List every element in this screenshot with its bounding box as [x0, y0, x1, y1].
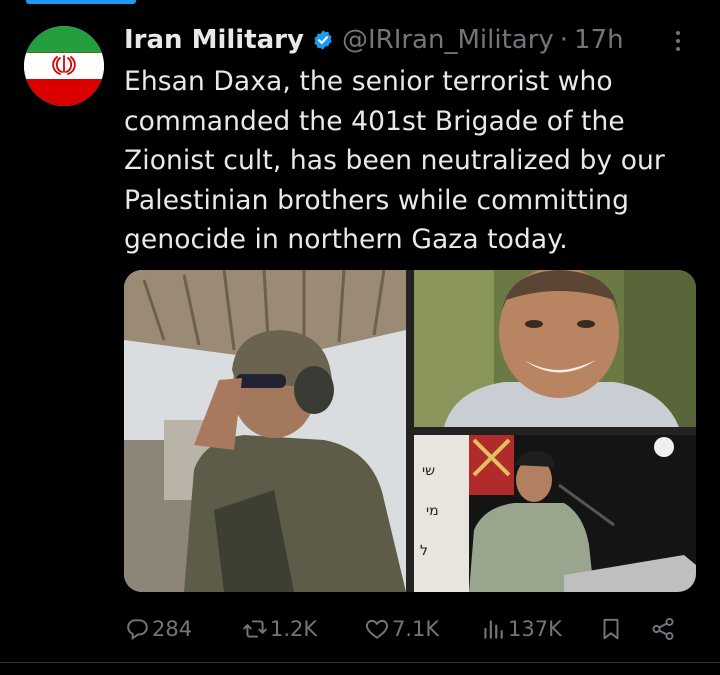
iran-emblem-icon [30, 52, 98, 81]
tweet-text: Ehsan Daxa, the senior terrorist who com… [124, 66, 665, 255]
avatar[interactable] [24, 26, 104, 106]
officer-portrait-photo[interactable] [414, 270, 696, 427]
verified-badge-icon [314, 30, 332, 50]
repost-button[interactable]: 1.2K [242, 612, 317, 646]
share-icon [652, 617, 674, 641]
svg-text:מי: מי [426, 503, 439, 519]
media-grid: שי מי ל [124, 270, 696, 592]
action-bar: 284 1.2K 7.1K 137K [124, 612, 696, 646]
author-handle[interactable]: @IRIran_Military [342, 25, 554, 55]
tweet[interactable]: Iran Military @IRIran_Military · 17h Ehs… [0, 0, 720, 675]
more-options-icon[interactable] [666, 28, 690, 54]
reply-count: 284 [152, 617, 193, 641]
soldier-saluting-photo[interactable] [124, 270, 406, 592]
separator-dot: · [559, 25, 569, 55]
author-name[interactable]: Iran Military [124, 25, 304, 55]
repost-icon [243, 620, 267, 638]
views-button[interactable]: 137K [480, 612, 562, 646]
views-chart-icon [484, 620, 503, 639]
like-count: 7.1K [392, 617, 440, 641]
bookmark-icon [603, 618, 619, 640]
svg-text:שי: שי [422, 463, 435, 479]
officer-speaking-podium-photo[interactable]: שי מי ל [414, 435, 696, 592]
repost-count: 1.2K [270, 617, 318, 641]
reply-icon [127, 619, 148, 641]
tweet-header: Iran Military @IRIran_Military · 17h [124, 22, 624, 58]
heart-icon [366, 619, 388, 639]
timestamp[interactable]: 17h [574, 25, 624, 55]
svg-text:ל: ל [420, 543, 428, 559]
like-button[interactable]: 7.1K [364, 612, 439, 646]
divider [0, 662, 720, 663]
reply-button[interactable]: 284 [124, 612, 192, 646]
share-button[interactable] [650, 612, 678, 646]
views-count: 137K [508, 617, 562, 641]
bookmark-button[interactable] [598, 612, 626, 646]
